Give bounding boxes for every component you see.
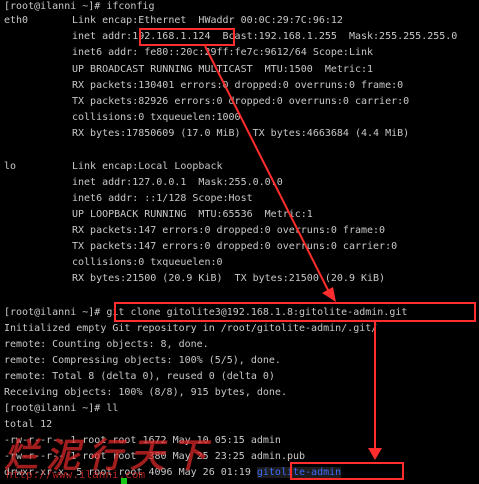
terminal-window[interactable]: [root@ilanni ~]# ifconfig eth0 Link enca… xyxy=(0,0,479,484)
git-output-line: Initialized empty Git repository in /roo… xyxy=(4,323,378,334)
interface-name-eth0: eth0 xyxy=(4,15,29,26)
eth0-line-rx-packets: RX packets:130401 errors:0 dropped:0 ove… xyxy=(72,80,404,91)
interface-name-lo: lo xyxy=(4,161,17,172)
prompt-text: [root@ilanni ~]# xyxy=(4,307,107,318)
eth0-line-inet6: inet6 addr: fe80::20c:29ff:fe7c:9612/64 … xyxy=(72,47,374,58)
eth0-line-flags: UP BROADCAST RUNNING MULTICAST MTU:1500 … xyxy=(72,64,374,75)
terminal-cursor xyxy=(121,478,127,484)
prompt-ll: [root@ilanni ~]# ll xyxy=(4,403,119,414)
git-output-line: remote: Compressing objects: 100% (5/5),… xyxy=(4,355,281,366)
lo-line-collisions: collisions:0 txqueuelen:0 xyxy=(72,257,223,268)
git-output-line: Receiving objects: 100% (8/8), 915 bytes… xyxy=(4,387,287,398)
eth0-line-collisions: collisions:0 txqueuelen:1000 xyxy=(72,112,241,123)
eth0-line-bytes: RX bytes:17850609 (17.0 MiB) TX bytes:46… xyxy=(72,128,410,139)
directory-highlight xyxy=(290,462,404,480)
lo-line-flags: UP LOOPBACK RUNNING MTU:65536 Metric:1 xyxy=(72,209,313,220)
lo-line-inet: inet addr:127.0.0.1 Mask:255.0.0.0 xyxy=(72,177,283,188)
lo-line-inet6: inet6 addr: ::1/128 Scope:Host xyxy=(72,193,253,204)
git-command-highlight xyxy=(114,302,476,322)
arrowhead-ip-to-command xyxy=(322,287,336,302)
lo-line-tx-packets: TX packets:147 errors:0 dropped:0 overru… xyxy=(72,241,398,252)
ip-address-highlight xyxy=(139,28,235,46)
eth0-line-tx-packets: TX packets:82926 errors:0 dropped:0 over… xyxy=(72,96,410,107)
lo-line-bytes: RX bytes:21500 (20.9 KiB) TX bytes:21500… xyxy=(72,273,386,284)
lo-line-rx-packets: RX packets:147 errors:0 dropped:0 overru… xyxy=(72,225,386,236)
git-output-line: remote: Counting objects: 8, done. xyxy=(4,339,209,350)
eth0-line-link: Link encap:Ethernet HWaddr 00:0C:29:7C:9… xyxy=(72,15,343,26)
lo-line-link: Link encap:Local Loopback xyxy=(72,161,223,172)
eth0-line-inet: inet addr:192.168.1.124 Bcast:192.168.1.… xyxy=(72,31,458,42)
prompt-ifconfig: [root@ilanni ~]# ifconfig xyxy=(4,1,155,12)
git-output-line: remote: Total 8 (delta 0), reused 0 (del… xyxy=(4,371,275,382)
arrowhead-command-to-directory xyxy=(368,448,382,460)
